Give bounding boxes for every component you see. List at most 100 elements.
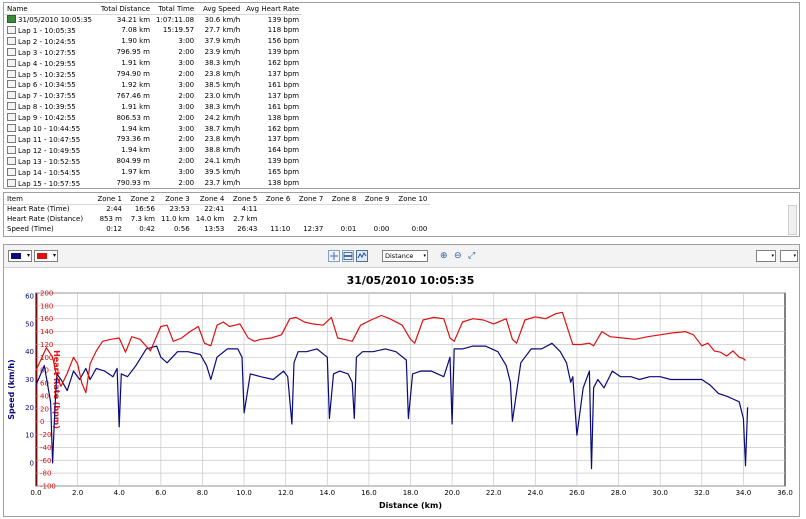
laps-cell: 23.9 km/h xyxy=(204,48,241,57)
zones-column-header[interactable]: Zone 4 xyxy=(192,193,228,205)
zones-column-header[interactable]: Zone 7 xyxy=(293,193,327,205)
laps-cell: 31/05/2010 10:05:35 xyxy=(4,15,95,26)
zones-cell: 2:44 xyxy=(106,205,122,213)
laps-cell: 3:00 xyxy=(178,80,195,89)
laps-cell: 24.1 km/h xyxy=(204,157,241,166)
lap-icon xyxy=(7,145,16,154)
laps-cell: 23.8 km/h xyxy=(204,70,241,79)
laps-row[interactable]: Lap 3 - 10:27:55 796.95 m 2:00 23.9 km/h 139… xyxy=(4,47,302,59)
laps-cell: 790.93 m xyxy=(116,179,151,188)
zones-cell: 0:12 xyxy=(106,224,122,233)
laps-cell: 796.95 m xyxy=(116,48,151,57)
chevron-down-icon: ▾ xyxy=(52,252,56,259)
zones-column-header[interactable]: Zone 9 xyxy=(359,193,393,205)
laps-row[interactable]: Lap 8 - 10:39:55 1.91 km 3:00 38.3 km/h 161 … xyxy=(4,102,302,113)
zones-cell xyxy=(359,205,392,215)
laps-table: Name Total Distance Total Time Avg Speed Avg… xyxy=(4,3,303,188)
laps-column-header[interactable]: Avg Heart Rate xyxy=(243,3,303,15)
grid-view-icon[interactable] xyxy=(328,250,340,262)
laps-cell: 2:00 xyxy=(178,48,195,57)
right-axis-tick-label: -100 xyxy=(40,483,56,491)
zones-cell xyxy=(392,205,430,215)
x-tick-label: 22.0 xyxy=(486,489,502,497)
zones-row[interactable]: Heart Rate (Time) 2:44 16:56 23:53 22:41 4:11 xyxy=(4,205,430,215)
zoom-in-icon[interactable]: ⊕ xyxy=(440,251,450,261)
laps-row[interactable]: Lap 14 - 10:54:55 1.97 km 3:00 39.5 km/h 165… xyxy=(4,167,302,179)
laps-cell: Lap 8 - 10:39:55 xyxy=(4,102,95,113)
zones-column-header[interactable]: Zone 8 xyxy=(326,193,360,205)
zoom-fit-icon[interactable]: ⤢ xyxy=(468,251,478,261)
zones-column-header[interactable]: Item xyxy=(4,193,92,205)
laps-row[interactable]: Lap 10 - 10:44:55 1.94 km 3:00 38.7 km/h 162… xyxy=(4,124,302,135)
zones-column-header[interactable]: Zone 3 xyxy=(158,193,193,205)
laps-cell: 23.0 km/h xyxy=(204,91,241,100)
laps-row[interactable]: Lap 2 - 10:24:55 1.90 km 3:00 37.9 km/h 156 … xyxy=(4,36,302,48)
laps-column-header[interactable]: Name xyxy=(4,3,96,15)
lap-icon xyxy=(7,69,16,78)
laps-row[interactable]: Lap 13 - 10:52:55 804.99 m 2:00 24.1 km/h 13… xyxy=(4,156,302,168)
zoom-out-icon[interactable]: ⊖ xyxy=(454,251,464,261)
speed-heart-rate-chart[interactable]: 0.0 2.0 4.0 6.0 8.0 10.0 12.0 14.0 16.0 18.0 20.0 2… xyxy=(4,268,799,517)
right-axis-tick-label: 0 xyxy=(40,418,44,426)
laps-row[interactable]: Lap 5 - 10:32:55 794.90 m 2:00 23.8 km/h 137… xyxy=(4,69,302,81)
laps-cell: 1.91 km xyxy=(121,102,151,111)
x-tick-label: 2.0 xyxy=(72,489,83,497)
zones-cell: 26:43 xyxy=(237,224,258,233)
options-dropdown-button[interactable]: ▾ xyxy=(756,250,776,262)
zones-column-header[interactable]: Zone 5 xyxy=(227,193,261,205)
laps-column-header[interactable]: Avg Speed xyxy=(197,3,244,15)
laps-column-header[interactable]: Total Distance xyxy=(95,3,154,15)
laps-cell: 1.94 km xyxy=(121,124,151,133)
zones-column-header[interactable]: Zone 2 xyxy=(125,193,158,205)
laps-cell: 137 bpm xyxy=(267,70,300,79)
zones-cell xyxy=(260,205,293,215)
x-tick-label: 14.0 xyxy=(319,489,335,497)
x-axis-select[interactable]: Distance ▾ xyxy=(382,250,428,262)
left-axis-tick-label: 10 xyxy=(25,432,34,440)
laps-row[interactable]: Lap 12 - 10:49:55 1.94 km 3:00 38.8 km/h 164… xyxy=(4,145,302,157)
color-picker-1-button[interactable]: ▾ xyxy=(8,250,32,262)
laps-cell: Lap 12 - 10:49:55 xyxy=(4,145,95,157)
zones-cell: 11:10 xyxy=(270,224,291,233)
zones-cell xyxy=(260,215,293,225)
laps-row[interactable]: 31/05/2010 10:05:35 34.21 km 1:07:11.08 30.… xyxy=(4,15,302,26)
laps-cell: 3:00 xyxy=(178,102,195,111)
laps-cell: Lap 15 - 10:57:55 xyxy=(4,178,95,188)
laps-row[interactable]: Lap 7 - 10:37:55 767.46 m 2:00 23.0 km/h 137… xyxy=(4,91,302,102)
left-axis-tick-label: 20 xyxy=(25,404,34,412)
lap-icon xyxy=(7,134,16,143)
zones-column-header[interactable]: Zone 10 xyxy=(392,193,431,205)
laps-cell: 3:00 xyxy=(178,124,195,133)
line-chart-icon[interactable] xyxy=(356,250,368,262)
color-picker-2-button[interactable]: ▾ xyxy=(34,250,58,262)
laps-cell: 164 bpm xyxy=(267,146,300,155)
laps-cell: 38.3 km/h xyxy=(204,59,241,68)
laps-row[interactable]: Lap 4 - 10:29:55 1.91 km 3:00 38.3 km/h 162 … xyxy=(4,58,302,70)
laps-header-row: Name Total Distance Total Time Avg Speed Avg… xyxy=(4,3,303,15)
zones-grid[interactable]: Item Zone 1 Zone 2 Zone 3 Zone 4 Zone 5 Zone 6… xyxy=(3,192,800,237)
zones-row[interactable]: Heart Rate (Distance) 853 m 7.3 km 11.0 km 1… xyxy=(4,215,430,225)
zones-scrollbar[interactable] xyxy=(788,205,797,235)
laps-row[interactable]: Lap 1 - 10:05:35 7.08 km 15:19.57 27.7 km/h… xyxy=(4,25,302,37)
right-axis-tick-label: -60 xyxy=(40,457,51,465)
zones-column-header[interactable]: Zone 6 xyxy=(260,193,294,205)
right-axis-tick-label: -20 xyxy=(40,431,51,439)
laps-cell: 162 bpm xyxy=(267,59,300,68)
laps-row[interactable]: Lap 15 - 10:57:55 790.93 m 2:00 23.7 km/h 13… xyxy=(4,178,302,188)
laps-row[interactable]: Lap 11 - 10:47:55 793.36 m 2:00 23.8 km/h 13… xyxy=(4,134,302,146)
laps-row[interactable]: Lap 6 - 10:34:55 1.92 km 3:00 38.5 km/h 161 … xyxy=(4,80,302,91)
zones-row[interactable]: Speed (Time) 0:12 0:42 0:56 13:53 26:43 11:10 1… xyxy=(4,225,430,235)
stacked-view-icon[interactable] xyxy=(342,250,354,262)
laps-cell: 3:00 xyxy=(178,37,195,46)
zones-cell xyxy=(359,215,392,225)
laps-row[interactable]: Lap 9 - 10:42:55 806.53 m 2:00 24.2 km/h 138… xyxy=(4,113,302,124)
color-swatch-2 xyxy=(37,253,47,259)
laps-cell: 30.6 km/h xyxy=(204,15,241,24)
laps-cell: 7.08 km xyxy=(121,26,151,35)
laps-cell: 3:00 xyxy=(178,168,195,177)
lap-icon xyxy=(7,167,16,176)
laps-grid[interactable]: Name Total Distance Total Time Avg Speed Avg… xyxy=(3,2,800,189)
laps-column-header[interactable]: Total Time xyxy=(153,3,198,15)
view-dropdown-button[interactable]: ▾ xyxy=(780,250,798,262)
zones-column-header[interactable]: Zone 1 xyxy=(92,193,125,205)
